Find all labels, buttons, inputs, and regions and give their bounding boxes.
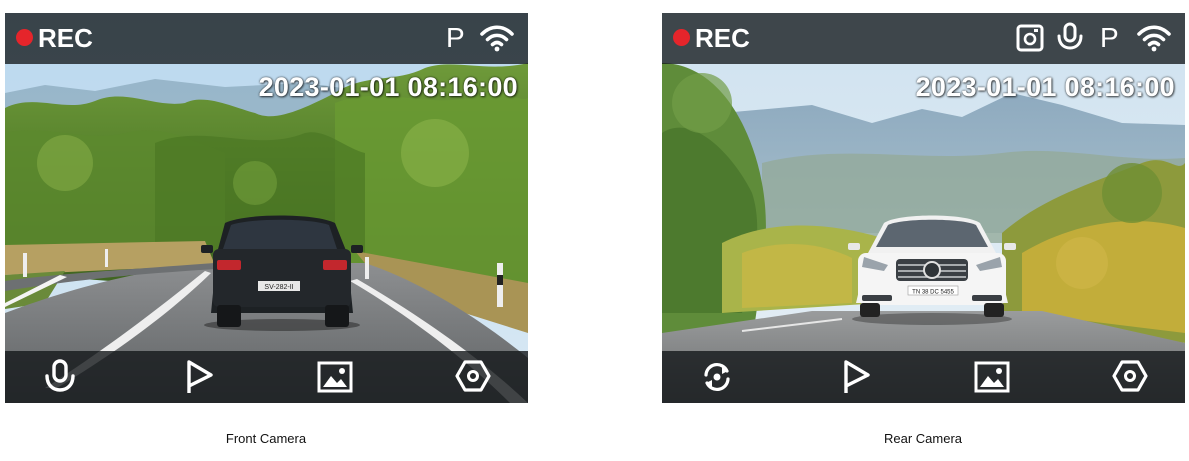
microphone-icon <box>1056 22 1084 54</box>
parking-indicator: P <box>446 22 465 53</box>
timestamp: 2023-01-01 08:16:00 <box>915 72 1175 102</box>
gallery-icon[interactable] <box>974 361 1010 393</box>
front-camera-caption: Front Camera <box>225 431 307 446</box>
settings-icon[interactable] <box>455 359 491 393</box>
rear-camera-screen: TN 38 DC 5455 REC P 2023-01-01 08:16:00 <box>662 13 1185 403</box>
rec-label: REC <box>695 23 750 53</box>
toolbar <box>662 351 1185 403</box>
gallery-icon[interactable] <box>317 361 353 393</box>
front-license-plate: SV-282-II <box>264 284 293 291</box>
flag-icon[interactable] <box>842 359 872 395</box>
front-camera-screen: SV-282-II REC P 2023-01-01 08:16:00 <box>5 13 528 403</box>
photo-icon <box>1016 24 1044 52</box>
rec-label: REC <box>38 23 93 53</box>
switch-camera-icon[interactable] <box>700 360 734 394</box>
recording-indicator-dot <box>673 29 690 46</box>
toolbar <box>5 351 528 403</box>
wifi-icon <box>1136 24 1172 52</box>
rear-camera-caption: Rear Camera <box>883 431 963 446</box>
wifi-icon <box>479 24 515 52</box>
timestamp: 2023-01-01 08:16:00 <box>258 72 518 102</box>
flag-icon[interactable] <box>185 359 215 395</box>
settings-icon[interactable] <box>1112 359 1148 393</box>
rear-license-plate: TN 38 DC 5455 <box>912 290 954 296</box>
parking-indicator: P <box>1100 22 1119 53</box>
recording-indicator-dot <box>16 29 33 46</box>
microphone-icon[interactable] <box>43 359 77 395</box>
